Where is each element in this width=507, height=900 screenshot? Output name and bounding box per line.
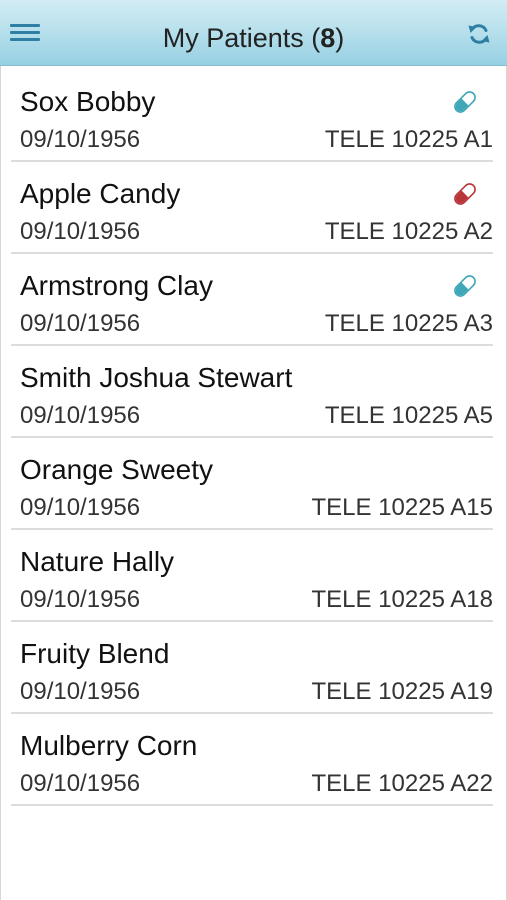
page-title-suffix: ) — [335, 23, 345, 53]
patient-name: Sox Bobby — [20, 86, 156, 117]
app-screen: My Patients (8) Sox Bobby 09/10/1956 TELE … — [0, 0, 507, 900]
patient-location: TELE 10225 A2 — [324, 218, 493, 245]
patient-row[interactable]: Sox Bobby 09/10/1956 TELE 10225 A1 — [11, 70, 493, 162]
page-title: My Patients (8) — [0, 20, 507, 56]
patient-location: TELE 10225 A19 — [311, 678, 493, 705]
patient-row[interactable]: Mulberry Corn 09/10/1956 TELE 10225 A22 — [11, 714, 493, 806]
patient-location: TELE 10225 A22 — [311, 770, 493, 797]
patient-name: Mulberry Corn — [20, 730, 198, 761]
patient-dob: 09/10/1956 — [20, 770, 141, 797]
patient-location: TELE 10225 A1 — [324, 126, 493, 153]
medication-pill-icon — [451, 272, 479, 300]
medication-pill-icon — [451, 180, 479, 208]
patient-dob: 09/10/1956 — [20, 402, 141, 429]
patient-name: Nature Hally — [20, 546, 175, 577]
nav-bar: My Patients (8) — [0, 0, 507, 66]
patient-dob: 09/10/1956 — [20, 310, 141, 337]
patient-dob: 09/10/1956 — [20, 218, 141, 245]
patient-dob: 09/10/1956 — [20, 586, 141, 613]
patient-row[interactable]: Nature Hally 09/10/1956 TELE 10225 A18 — [11, 530, 493, 622]
page-title-text: My Patients ( — [162, 23, 321, 53]
patient-location: TELE 10225 A3 — [324, 310, 493, 337]
patient-dob: 09/10/1956 — [20, 494, 141, 521]
patient-dob: 09/10/1956 — [20, 126, 141, 153]
patient-row[interactable]: Orange Sweety 09/10/1956 TELE 10225 A15 — [11, 438, 493, 530]
patient-count: 8 — [320, 23, 336, 53]
patient-list: Sox Bobby 09/10/1956 TELE 10225 A1 Apple Ca… — [0, 66, 507, 900]
refresh-icon[interactable] — [467, 22, 491, 46]
patient-name: Smith Joshua Stewart — [20, 362, 293, 393]
medication-pill-icon — [451, 88, 479, 116]
patient-location: TELE 10225 A15 — [311, 494, 493, 521]
refresh-icon-graphic — [468, 24, 490, 44]
patient-row[interactable]: Apple Candy 09/10/1956 TELE 10225 A2 — [11, 162, 493, 254]
patient-row[interactable]: Fruity Blend 09/10/1956 TELE 10225 A19 — [11, 622, 493, 714]
patient-row[interactable]: Armstrong Clay 09/10/1956 TELE 10225 A3 — [11, 254, 493, 346]
patient-name: Orange Sweety — [20, 454, 213, 485]
patient-name: Fruity Blend — [20, 638, 170, 669]
patient-location: TELE 10225 A18 — [311, 586, 493, 613]
patient-row[interactable]: Smith Joshua Stewart 09/10/1956 TELE 10225… — [11, 346, 493, 438]
patient-dob: 09/10/1956 — [20, 678, 141, 705]
patient-location: TELE 10225 A5 — [324, 402, 493, 429]
patient-name: Armstrong Clay — [20, 270, 213, 301]
patient-name: Apple Candy — [20, 178, 181, 209]
